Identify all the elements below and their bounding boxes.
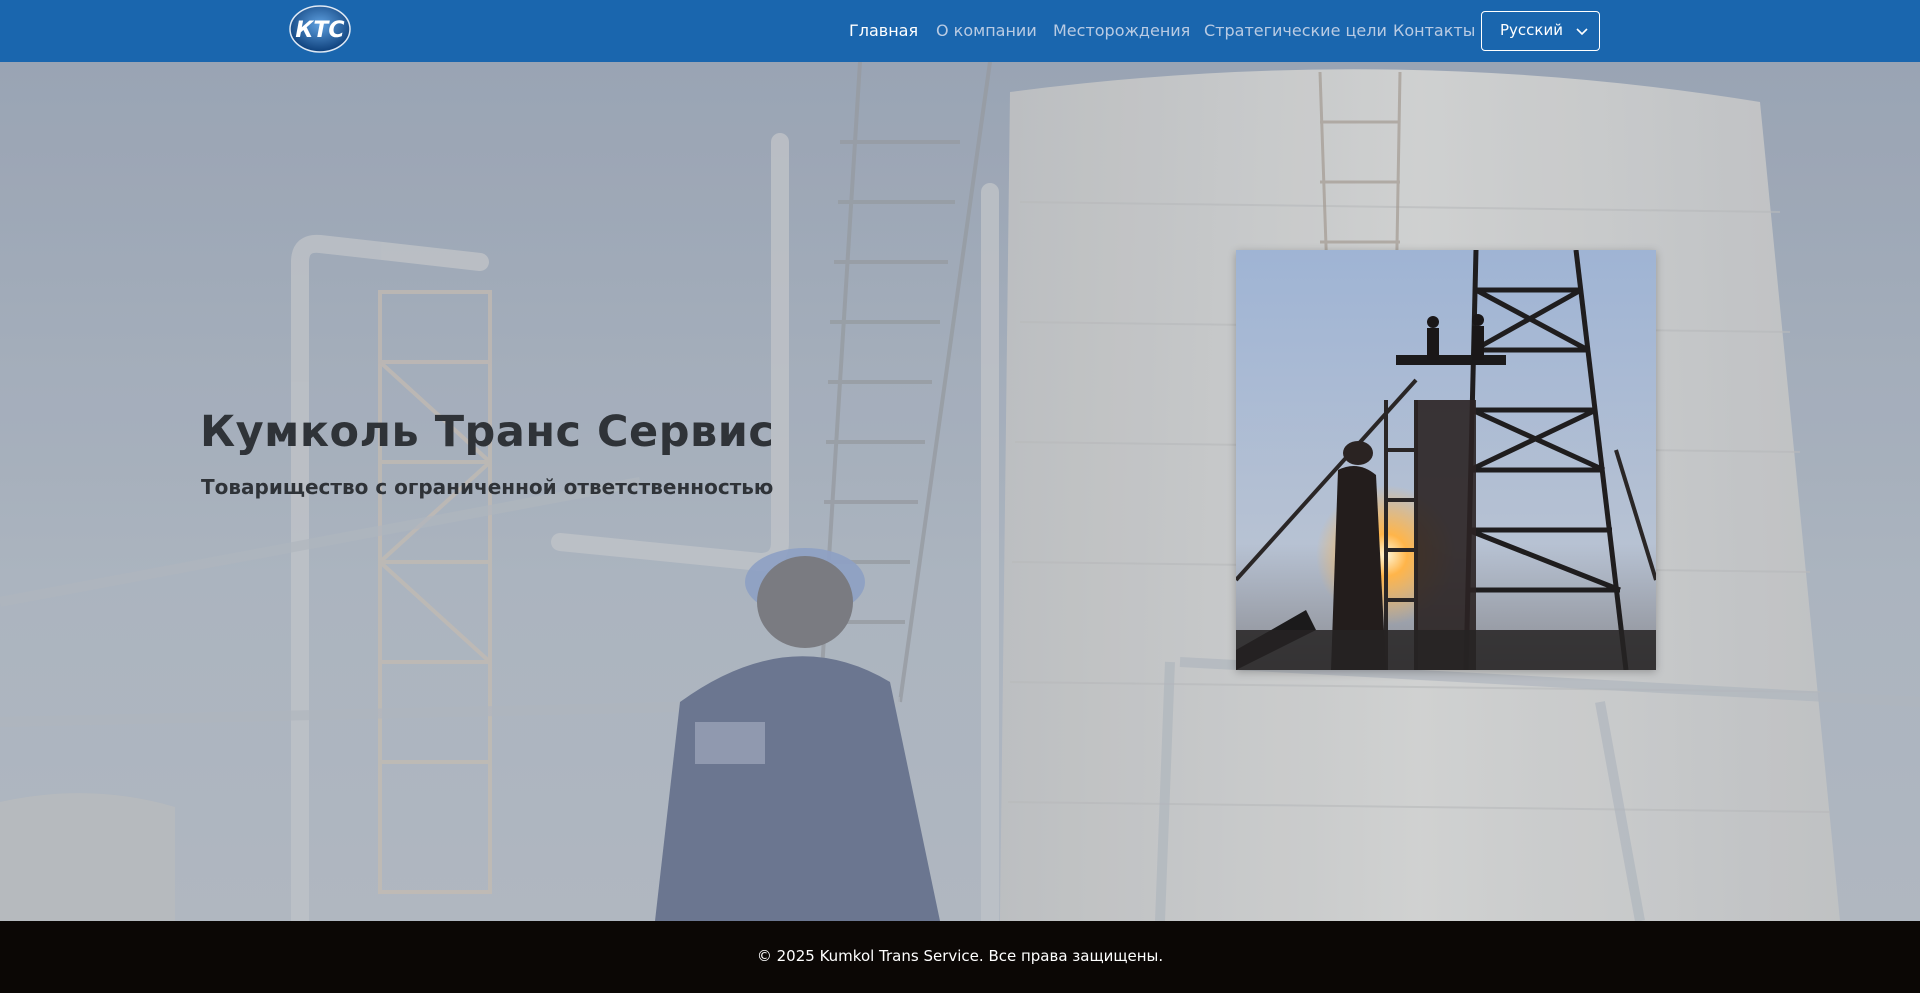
chevron-down-icon	[1576, 28, 1588, 36]
company-logo[interactable]: КТС	[286, 2, 354, 54]
top-navbar: КТС Главная О компании Месторождения Стр…	[0, 0, 1920, 62]
oil-rig-image	[1236, 250, 1656, 670]
drilling-rig-photo	[1236, 250, 1656, 670]
nav-about[interactable]: О компании	[936, 20, 1037, 42]
nav-contacts[interactable]: Контакты	[1393, 20, 1475, 42]
logo-emblem: КТС	[289, 5, 351, 53]
language-selected: Русский	[1500, 21, 1563, 39]
nav-strategic-goals[interactable]: Стратегические цели	[1204, 20, 1387, 42]
copyright-text: © 2025 Kumkol Trans Service. Все права з…	[756, 947, 1164, 965]
language-select[interactable]: Русский	[1481, 11, 1600, 51]
logo-text: КТС	[295, 18, 344, 43]
hero-section: Кумколь Транс Сервис Товарищество с огра…	[0, 62, 1920, 921]
page-footer: © 2025 Kumkol Trans Service. Все права з…	[0, 921, 1920, 993]
hero-title: Кумколь Транс Сервис	[200, 407, 775, 457]
hero-subtitle: Товарищество с ограниченной ответственно…	[201, 475, 774, 499]
nav-deposits[interactable]: Месторождения	[1053, 20, 1190, 42]
nav-home[interactable]: Главная	[849, 20, 918, 42]
